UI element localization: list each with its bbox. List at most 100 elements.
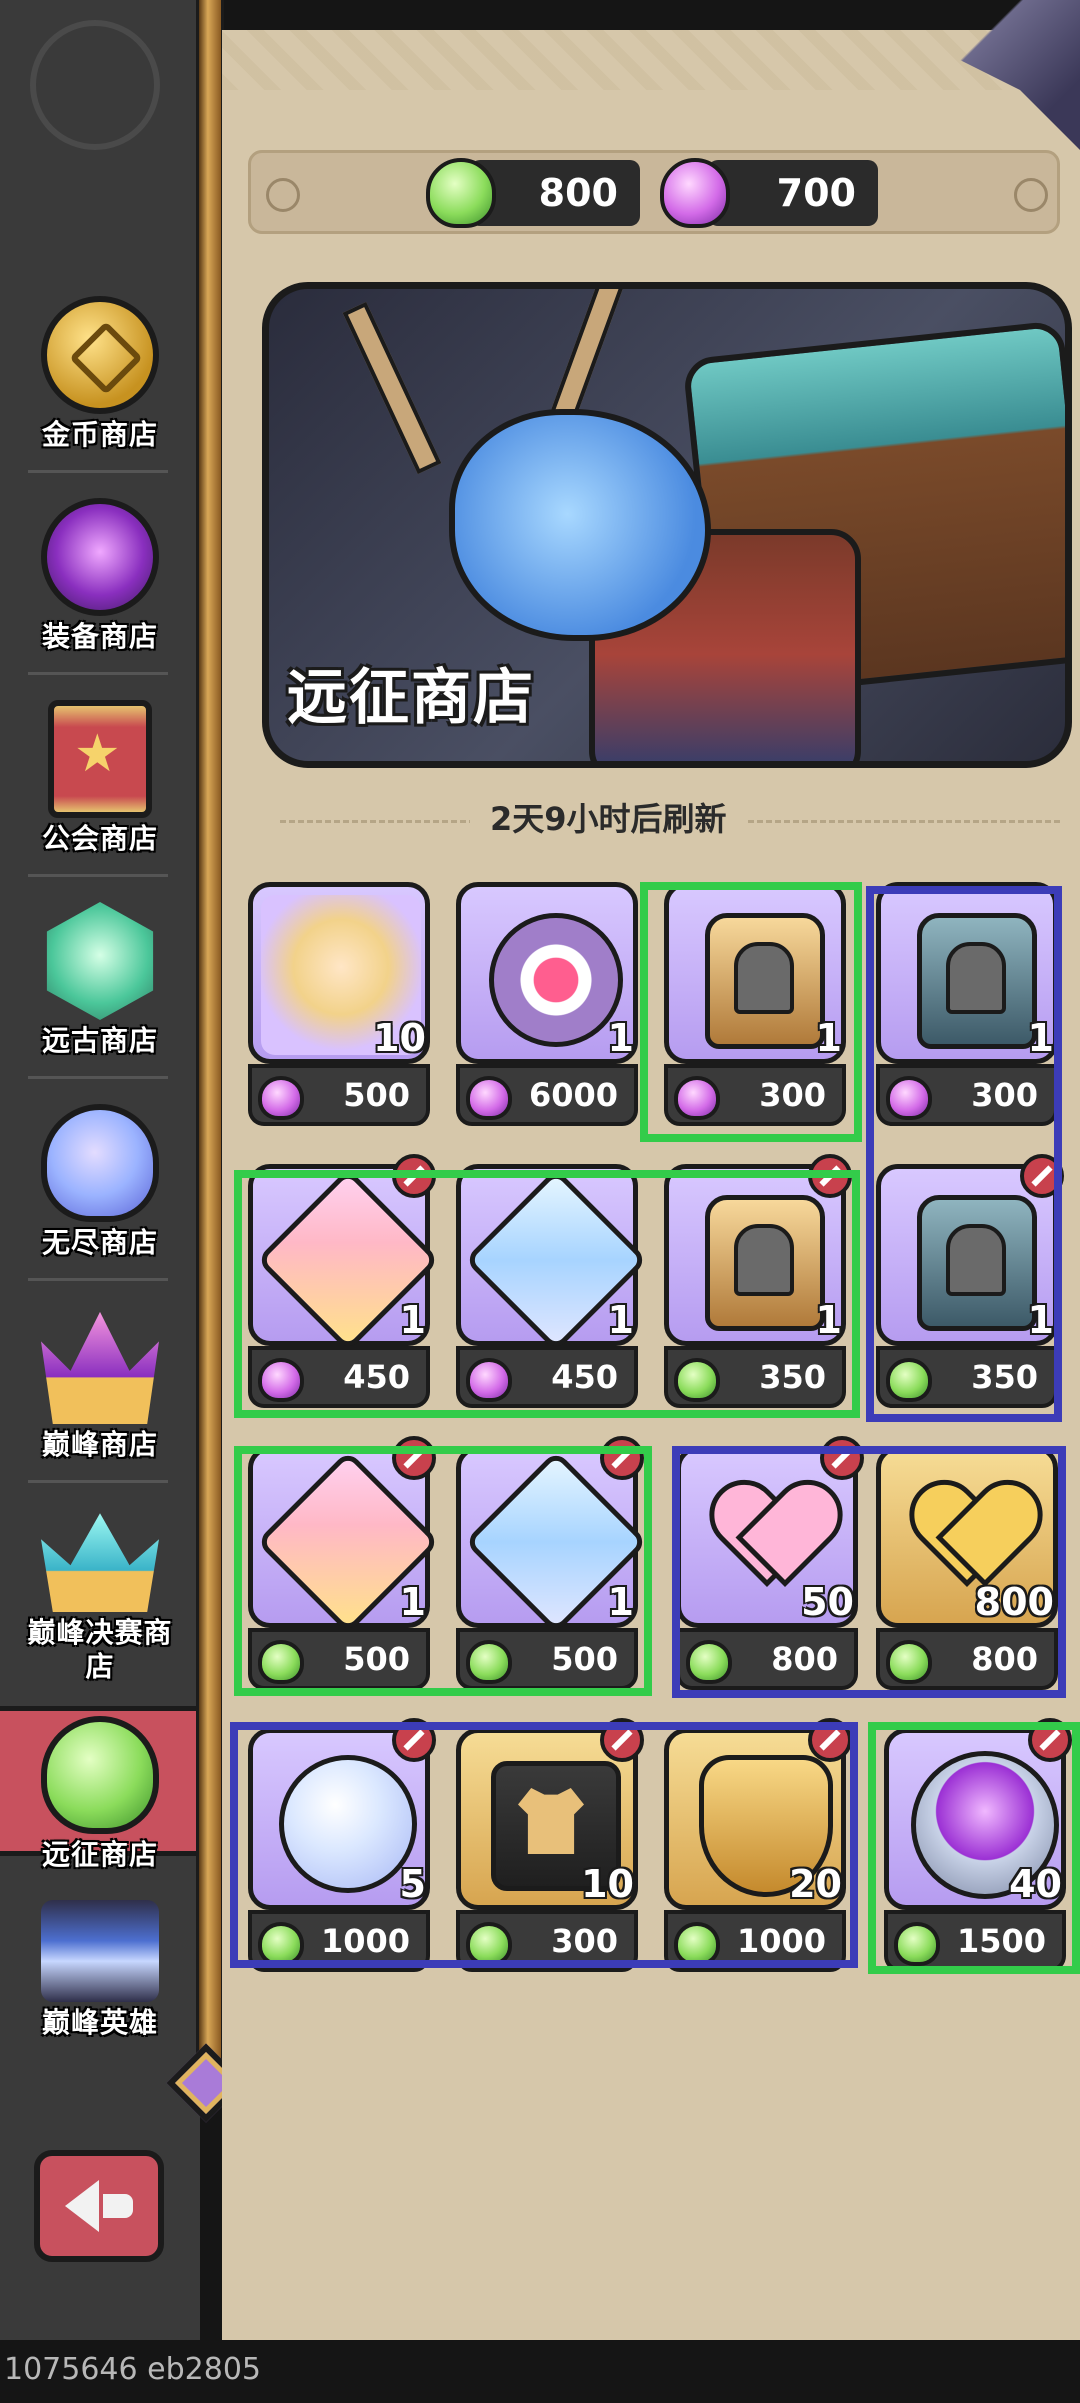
purple-slime-currency-icon [258,1076,304,1120]
shop-item-card[interactable]: 1 500 [456,1436,648,1692]
item-price: 1000 [320,1922,410,1960]
price-tag: 500 [248,1628,430,1690]
item-price: 350 [759,1358,826,1396]
sold-out-icon [1020,1154,1064,1198]
green-slime-currency-icon [426,158,496,228]
sidebar-item-label: 无尽商店 [41,1226,158,1259]
green-slime-currency-icon [258,1640,304,1684]
item-quantity: 10 [581,1862,634,1906]
price-tag: 350 [876,1346,1058,1408]
item-quantity: 1 [399,1580,426,1624]
sold-out-icon [392,1154,436,1198]
relic-icon [489,913,623,1047]
purple-currency-amount: 700 [708,160,878,226]
sold-out-icon [808,1154,852,1198]
blue-slime-icon [41,1104,159,1222]
gold-heart-icon [915,1485,1027,1585]
green-slime-currency-icon [466,1640,512,1684]
item-price: 450 [551,1358,618,1396]
price-tag: 300 [664,1064,846,1126]
steel-helmet-book-icon [917,913,1037,1049]
back-arrow-tail [103,2194,133,2218]
item-price: 6000 [528,1076,618,1114]
green-slime-icon [41,1716,159,1834]
sidebar-item-expedition-shop[interactable]: 远征商店 [0,1690,200,1892]
item-price: 350 [971,1358,1038,1396]
hero-portrait-icon [41,1900,159,2002]
pink-heart-icon [715,1485,827,1585]
price-tag: 300 [456,1910,638,1972]
back-button[interactable] [34,2150,164,2262]
item-price: 1500 [956,1922,1046,1960]
sold-out-icon [808,1718,852,1762]
shop-item-card[interactable]: 1 450 [248,1154,440,1410]
purple-gear-icon [41,498,159,616]
sidebar-item-label: 远古商店 [41,1024,158,1057]
sidebar-item-ancient-shop[interactable]: 远古商店 [0,876,200,1078]
shop-item-card[interactable]: 1 500 [248,1436,440,1692]
shop-item-card[interactable]: 1 350 [664,1154,852,1410]
item-quantity: 50 [801,1580,854,1624]
item-quantity: 1 [607,1298,634,1342]
shop-item-card[interactable]: 1 350 [876,1154,1064,1410]
sidebar-item-peak-shop[interactable]: 巅峰商店 [0,1280,200,1482]
price-tag: 450 [248,1346,430,1408]
purple-slime-currency-icon [466,1358,512,1402]
price-tag: 500 [456,1628,638,1690]
shop-item-card[interactable]: 20 1000 [664,1718,852,1974]
green-slime-currency-icon [886,1640,932,1684]
green-slime-currency-icon [894,1922,940,1966]
price-tag: 300 [876,1064,1058,1126]
sidebar-item-endless-shop[interactable]: 无尽商店 [0,1078,200,1280]
antler-illustration [342,301,442,475]
green-slime-currency-icon [686,1640,732,1684]
item-price: 500 [551,1640,618,1678]
back-arrow-icon [65,2180,99,2232]
item-price: 450 [343,1358,410,1396]
sidebar-rail [196,0,224,2100]
gold-helmet-book-icon [705,913,825,1049]
sidebar-item-peak-hero[interactable]: 巅峰英雄 [0,1890,200,2040]
shop-item-card[interactable]: 800 800 [876,1446,1058,1692]
sold-out-icon [392,1436,436,1480]
shop-item-card[interactable]: 50 800 [676,1436,864,1692]
item-price: 300 [551,1922,618,1960]
sold-out-icon [600,1718,644,1762]
shop-item-card[interactable]: 5 1000 [248,1718,436,1974]
item-quantity: 40 [1009,1862,1062,1906]
item-quantity: 1 [815,1298,842,1342]
shop-item-card[interactable]: 10 300 [456,1718,644,1974]
bar-pin-icon [266,178,300,212]
green-slime-currency-icon [466,1922,512,1966]
sidebar-item-gold-shop[interactable]: 金币商店 [0,270,200,472]
shop-item-card[interactable]: 1 450 [456,1164,648,1410]
currency-bar [248,150,1060,234]
shop-item-card[interactable]: 1 300 [664,882,846,1128]
sidebar-item-guild-shop[interactable]: 公会商店 [0,674,200,876]
shop-banner: 远征商店 [262,282,1072,768]
sidebar-item-label: 巅峰商店 [41,1428,158,1461]
shop-item-card[interactable]: 1 6000 [456,882,638,1128]
shop-item-card[interactable]: 40 1500 [884,1718,1072,1974]
purple-slime-currency-icon [258,1358,304,1402]
item-quantity: 1 [607,1580,634,1624]
sidebar-item-peak-final-shop[interactable]: 巅峰决赛商店 [0,1482,200,1684]
shop-item-card[interactable]: 10 500 [248,882,430,1128]
banner-title: 远征商店 [287,663,535,733]
sidebar-item-label: 公会商店 [41,822,158,855]
sold-out-icon [392,1718,436,1762]
sidebar-item-equipment-shop[interactable]: 装备商店 [0,472,200,674]
shop-item-card[interactable]: 1 300 [876,882,1058,1128]
cyan-crown-icon [41,1513,159,1612]
gold-coin-icon [41,296,159,414]
item-price: 500 [343,1076,410,1114]
item-price: 1000 [736,1922,826,1960]
purple-slime-currency-icon [886,1076,932,1120]
item-quantity: 1 [399,1298,426,1342]
green-slime-currency-icon [886,1358,932,1402]
green-slime-currency-icon [258,1922,304,1966]
green-slime-currency-icon [674,1922,720,1966]
price-tag: 450 [456,1346,638,1408]
green-gem-icon [46,902,154,1020]
price-tag: 1000 [664,1910,846,1972]
